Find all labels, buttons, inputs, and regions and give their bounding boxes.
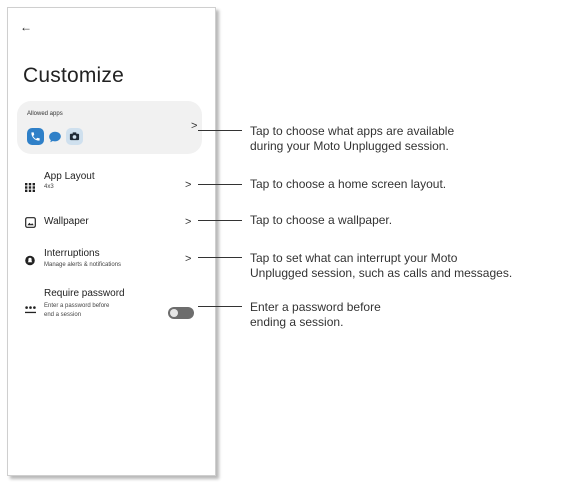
callout-interruptions-line2: Unplugged session, such as calls and mes… xyxy=(250,266,513,280)
callout-password-line1: Enter a password before xyxy=(250,300,381,314)
callout-leader-app-layout xyxy=(198,184,242,185)
do-not-disturb-icon xyxy=(25,253,35,271)
callout-allowed-apps: Tap to choose what apps are available du… xyxy=(250,124,454,154)
interruptions-row[interactable]: Interruptions Manage alerts & notificati… xyxy=(8,246,215,274)
interruptions-subtitle: Manage alerts & notifications xyxy=(44,262,122,268)
app-layout-title: App Layout xyxy=(44,171,95,182)
chevron-right-icon: > xyxy=(191,120,198,132)
wallpaper-title: Wallpaper xyxy=(44,216,89,227)
callout-leader-password xyxy=(198,306,242,307)
callout-interruptions: Tap to set what can interrupt your Moto … xyxy=(250,251,512,281)
callout-password: Enter a password before ending a session… xyxy=(250,300,381,330)
arrow-left-icon: ← xyxy=(20,20,32,34)
callout-allowed-apps-line2: during your Moto Unplugged session. xyxy=(250,139,449,153)
allowed-apps-label: Allowed apps xyxy=(27,111,63,117)
grid-icon xyxy=(25,179,35,197)
require-password-subtitle-line1: Enter a password before xyxy=(44,303,110,309)
allowed-apps-card[interactable]: Allowed apps > xyxy=(17,101,202,154)
phone-screen: ← Customize Allowed apps > App Layout 4x… xyxy=(7,7,216,476)
require-password-subtitle-line2: end a session xyxy=(44,312,82,318)
require-password-row[interactable]: Require password Enter a password before… xyxy=(8,286,215,326)
camera-app-icon xyxy=(66,128,83,145)
back-button[interactable]: ← xyxy=(20,20,32,34)
chevron-right-icon: > xyxy=(185,216,192,228)
callout-leader-interruptions xyxy=(198,257,242,258)
require-password-toggle[interactable] xyxy=(168,307,194,319)
callout-app-layout: Tap to choose a home screen layout. xyxy=(250,177,447,191)
callout-leader-wallpaper xyxy=(198,220,242,221)
wallpaper-row[interactable]: Wallpaper > xyxy=(8,209,215,235)
app-layout-subtitle: 4x3 xyxy=(44,184,54,190)
callout-leader-allowed-apps xyxy=(198,130,242,131)
allowed-apps-icons xyxy=(27,128,87,145)
callout-allowed-apps-line1: Tap to choose what apps are available xyxy=(250,124,455,138)
page-title: Customize xyxy=(23,64,124,87)
callout-password-line2: ending a session. xyxy=(250,315,344,329)
phone-app-icon xyxy=(27,128,44,145)
callout-interruptions-line1: Tap to set what can interrupt your Moto xyxy=(250,251,458,265)
callout-wallpaper: Tap to choose a wallpaper. xyxy=(250,213,393,227)
messages-app-icon xyxy=(48,130,62,144)
chevron-right-icon: > xyxy=(185,179,192,191)
chevron-right-icon: > xyxy=(185,253,192,265)
wallpaper-icon xyxy=(25,215,36,233)
app-layout-row[interactable]: App Layout 4x3 > xyxy=(8,169,215,197)
password-icon xyxy=(25,301,36,319)
require-password-title: Require password xyxy=(44,288,125,299)
interruptions-title: Interruptions xyxy=(44,248,100,259)
